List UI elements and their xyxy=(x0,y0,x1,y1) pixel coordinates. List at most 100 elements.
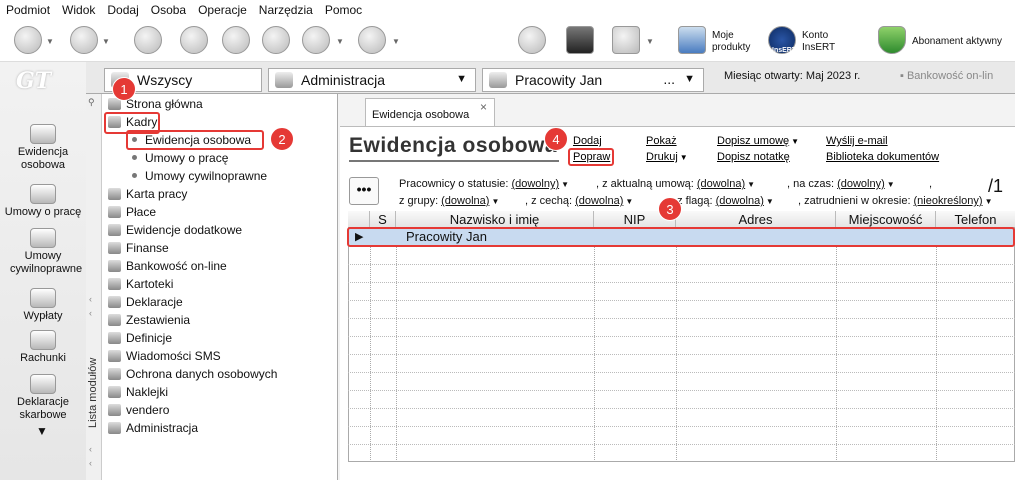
module-bankowosc[interactable]: Bankowość on-line xyxy=(108,257,227,275)
filter-okres-value[interactable]: (nieokreślony) xyxy=(914,195,983,207)
tab-ewidencja-osobowa[interactable]: Ewidencja osobowa xyxy=(365,98,495,126)
money-icon[interactable] xyxy=(134,26,162,54)
filter-cecha[interactable]: , z cechą: (dowolna) ▼ xyxy=(525,195,633,207)
chevron-down-icon[interactable]: ▼ xyxy=(684,73,695,85)
bank-online-link[interactable]: ▪ Bankowość on-lin xyxy=(900,70,993,82)
module-kartoteki[interactable]: Kartoteki xyxy=(108,275,173,293)
menu-osoba[interactable]: Osoba xyxy=(151,3,186,17)
filter-flaga-value[interactable]: (dowolna) xyxy=(716,195,764,207)
department-selector[interactable]: Administracja ▼ xyxy=(268,68,476,92)
show-link[interactable]: Pokaż xyxy=(646,135,677,147)
shortcut-rachunki[interactable]: Rachunki xyxy=(0,330,86,365)
users-icon[interactable] xyxy=(262,26,290,54)
chevron-left-icon[interactable]: ‹ xyxy=(89,308,92,318)
menu-widok[interactable]: Widok xyxy=(62,3,95,17)
eraser-icon[interactable] xyxy=(180,26,208,54)
printer-icon[interactable] xyxy=(302,26,330,54)
database-icon[interactable] xyxy=(612,26,640,54)
send-email-link[interactable]: Wyślij e-mail xyxy=(826,135,888,147)
filter-cecha-value[interactable]: (dowolna) xyxy=(575,195,623,207)
filter-status[interactable]: Pracownicy o statusie: (dowolny) ▼ xyxy=(399,178,569,190)
chevron-down-icon[interactable]: ▼ xyxy=(561,180,569,189)
chevron-down-icon[interactable]: ▼ xyxy=(766,197,774,206)
filter-umowa-value[interactable]: (dowolna) xyxy=(697,178,745,190)
chevron-down-icon[interactable]: ▼ xyxy=(646,37,654,46)
add-link[interactable]: Dodaj xyxy=(573,135,602,147)
subscription-label[interactable]: Abonament aktywny xyxy=(912,36,1002,48)
chevron-down-icon[interactable]: ▼ xyxy=(887,180,895,189)
shortcut-umowy-prace[interactable]: Umowy o pracę xyxy=(0,184,86,219)
module-list-strip[interactable]: Lista modułów ‹ ‹ ‹ ‹ ⚲ xyxy=(86,94,102,480)
employee-ellipsis[interactable]: ... xyxy=(663,71,675,87)
col-phone[interactable]: Telefon xyxy=(936,211,1015,228)
col-s[interactable]: S xyxy=(370,211,396,228)
filter-okres[interactable]: , zatrudnieni w okresie: (nieokreślony) ▼ xyxy=(798,195,993,207)
module-karta-pracy[interactable]: Karta pracy xyxy=(108,185,187,203)
module-finanse[interactable]: Finanse xyxy=(108,239,169,257)
filter-umowa[interactable]: , z aktualną umową: (dowolna) ▼ xyxy=(596,178,755,190)
documents-library-link[interactable]: Biblioteka dokumentów xyxy=(826,151,939,163)
filter-czas-value[interactable]: (dowolny) xyxy=(837,178,885,190)
account-label[interactable]: Konto InsERT xyxy=(802,30,852,54)
module-vendero[interactable]: vendero xyxy=(108,401,169,419)
help-icon[interactable] xyxy=(358,26,386,54)
filter-grupa[interactable]: z grupy: (dowolna) ▼ xyxy=(399,195,499,207)
filter-flaga[interactable]: , z flagą: (dowolna) ▼ xyxy=(671,195,774,207)
employee-selector[interactable]: Pracowity Jan... ▼ xyxy=(482,68,704,92)
module-ochrona-danych[interactable]: Ochrona danych osobowych xyxy=(108,365,277,383)
chevron-down-icon[interactable]: ▼ xyxy=(392,37,400,46)
chevron-down-icon[interactable]: ▼ xyxy=(336,37,344,46)
module-kadry-umowy-cywilne[interactable]: Umowy cywilnoprawne xyxy=(132,167,267,185)
chevron-down-icon[interactable]: ▼ xyxy=(985,197,993,206)
menu-dodaj[interactable]: Dodaj xyxy=(107,3,138,17)
box-icon[interactable] xyxy=(566,26,594,54)
filter-status-value[interactable]: (dowolny) xyxy=(511,178,559,190)
chevron-down-icon[interactable]: ▼ xyxy=(680,153,688,162)
chevron-down-icon[interactable]: ▼ xyxy=(747,180,755,189)
chevron-down-icon[interactable]: ▼ xyxy=(46,37,54,46)
module-deklaracje[interactable]: Deklaracje xyxy=(108,293,183,311)
chevron-left-icon[interactable]: ‹ xyxy=(89,458,92,468)
col-address[interactable]: Adres xyxy=(676,211,836,228)
module-kadry-umowy-prace[interactable]: Umowy o pracę xyxy=(132,149,228,167)
back-icon[interactable] xyxy=(14,26,42,54)
shortcut-wyplaty[interactable]: Wypłaty xyxy=(0,288,86,323)
module-place[interactable]: Płace xyxy=(108,203,156,221)
filter-grupa-value[interactable]: (dowolna) xyxy=(441,195,489,207)
add-note-link[interactable]: Dopisz notatkę xyxy=(717,151,790,163)
print-link[interactable]: Drukuj ▼ xyxy=(646,151,688,163)
edit-icon[interactable] xyxy=(222,26,250,54)
module-sms[interactable]: Wiadomości SMS xyxy=(108,347,221,365)
chevron-left-icon[interactable]: ‹ xyxy=(89,444,92,454)
more-button[interactable]: ••• xyxy=(349,177,379,205)
shortcut-ewidencja[interactable]: Ewidencja osobowa xyxy=(0,124,86,172)
close-icon[interactable]: × xyxy=(480,100,487,114)
chevron-left-icon[interactable]: ‹ xyxy=(89,294,92,304)
shortcut-deklaracje[interactable]: Deklaracje skarbowe xyxy=(0,374,86,422)
shortcut-umowy-cywilne[interactable]: Umowy cywilnoprawne xyxy=(0,228,86,276)
menu-pomoc[interactable]: Pomoc xyxy=(325,3,362,17)
col-name[interactable]: Nazwisko i imię xyxy=(396,211,594,228)
chevron-down-icon[interactable]: ▼ xyxy=(491,197,499,206)
chevron-down-icon[interactable]: ▼ xyxy=(625,197,633,206)
products-icon[interactable] xyxy=(678,26,706,54)
chevron-down-icon[interactable]: ▼ xyxy=(791,137,799,146)
menu-operacje[interactable]: Operacje xyxy=(198,3,247,17)
module-ewidencje-dodatkowe[interactable]: Ewidencje dodatkowe xyxy=(108,221,242,239)
col-city[interactable]: Miejscowość xyxy=(836,211,936,228)
forward-icon[interactable] xyxy=(70,26,98,54)
module-naklejki[interactable]: Naklejki xyxy=(108,383,168,401)
module-administracja[interactable]: Administracja xyxy=(108,419,198,437)
products-label[interactable]: Moje produkty xyxy=(712,30,762,54)
menu-narzedzia[interactable]: Narzędzia xyxy=(259,3,313,17)
pin-icon[interactable]: ⚲ xyxy=(88,97,95,108)
filter-czas[interactable]: , na czas: (dowolny) ▼ xyxy=(787,178,895,190)
chevron-down-icon[interactable]: ▼ xyxy=(102,37,110,46)
chevron-down-icon[interactable]: ▼ xyxy=(456,73,467,85)
globe-icon[interactable] xyxy=(518,26,546,54)
scroll-down-icon[interactable]: ▼ xyxy=(36,424,48,438)
add-contract-link[interactable]: Dopisz umowę ▼ xyxy=(717,135,799,147)
module-zestawienia[interactable]: Zestawienia xyxy=(108,311,190,329)
module-definicje[interactable]: Definicje xyxy=(108,329,172,347)
menu-podmiot[interactable]: Podmiot xyxy=(6,3,50,17)
